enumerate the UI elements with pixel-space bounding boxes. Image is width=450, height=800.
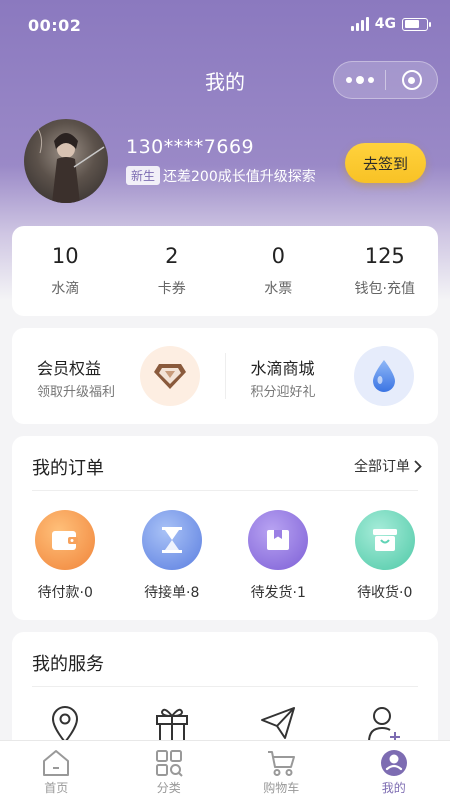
stat-coupons[interactable]: 2 卡券 xyxy=(119,226,226,316)
order-pending-accept[interactable]: 待接单·8 xyxy=(119,510,226,602)
perk-subtitle: 领取升级福利 xyxy=(37,385,116,400)
profile-icon xyxy=(380,750,407,776)
network-type: 4G xyxy=(374,16,396,32)
box-icon xyxy=(248,510,309,570)
services-row xyxy=(12,704,438,744)
perk-title: 会员权益 xyxy=(37,359,102,378)
tab-home[interactable]: 首页 xyxy=(0,741,113,800)
hourglass-icon xyxy=(141,510,202,570)
signal-icon xyxy=(350,17,369,31)
water-mall-entry[interactable]: 水滴商城 积分迎好礼 xyxy=(226,328,439,424)
cart-icon xyxy=(268,751,296,776)
user-phone: 130****7669 xyxy=(126,136,255,158)
order-pending-payment[interactable]: 待付款·0 xyxy=(12,510,119,602)
close-target-icon[interactable] xyxy=(386,70,437,90)
order-label: 待付款·0 xyxy=(37,585,93,601)
basket-icon xyxy=(354,510,415,570)
stat-water-drops[interactable]: 10 水滴 xyxy=(12,226,119,316)
order-pending-receive[interactable]: 待收货·0 xyxy=(332,510,439,602)
diamond-icon xyxy=(140,346,200,406)
order-label: 待发货·1 xyxy=(250,585,306,601)
avatar[interactable] xyxy=(24,119,108,203)
add-user-icon xyxy=(367,707,400,743)
tab-category[interactable]: 分类 xyxy=(113,741,226,800)
home-icon xyxy=(43,750,70,776)
tab-profile[interactable]: 我的 xyxy=(338,741,450,800)
mini-program-capsule xyxy=(333,61,438,99)
section-divider xyxy=(32,490,418,491)
chevron-right-icon xyxy=(414,459,422,473)
tab-label: 购物车 xyxy=(263,781,300,795)
category-icon xyxy=(155,750,183,777)
location-icon xyxy=(52,706,79,744)
stats-card: 10 水滴 2 卡券 0 水票 125 钱包·充值 xyxy=(12,226,438,316)
stat-label: 水滴 xyxy=(51,281,80,297)
stat-value: 2 xyxy=(165,244,179,268)
tab-label: 我的 xyxy=(381,781,406,795)
level-badge: 新生 xyxy=(126,166,161,185)
status-time: 00:02 xyxy=(28,16,82,35)
perk-title: 水滴商城 xyxy=(250,359,315,378)
perk-subtitle: 积分迎好礼 xyxy=(250,385,316,400)
services-title: 我的服务 xyxy=(32,654,104,675)
stat-value: 10 xyxy=(51,244,79,268)
water-drop-icon xyxy=(353,346,414,406)
status-indicators: 4G xyxy=(350,16,431,32)
order-status-row: 待付款·0 待接单·8 待发货·1 待收货·0 xyxy=(12,510,438,602)
stat-label: 卡券 xyxy=(157,281,186,297)
all-orders-link[interactable]: 全部订单 xyxy=(354,456,422,476)
order-label: 待收货·0 xyxy=(357,585,413,601)
bottom-tab-bar: 首页 分类 购物车 我的 xyxy=(0,740,450,800)
all-orders-label: 全部订单 xyxy=(354,459,410,475)
service-address[interactable] xyxy=(12,704,119,744)
battery-icon xyxy=(402,17,431,31)
stat-label: 水票 xyxy=(264,281,293,297)
stat-value: 125 xyxy=(364,244,405,268)
order-pending-ship[interactable]: 待发货·1 xyxy=(225,510,332,602)
stat-water-tickets[interactable]: 0 水票 xyxy=(225,226,332,316)
member-benefits-entry[interactable]: 会员权益 领取升级福利 xyxy=(12,328,225,424)
more-icon[interactable] xyxy=(334,75,385,84)
sign-in-button[interactable]: 去签到 xyxy=(345,143,426,183)
wallet-icon xyxy=(35,510,96,570)
orders-card: 我的订单 全部订单 待付款·0 待接单·8 待发货·1 待收货·0 xyxy=(12,436,438,620)
stat-label: 钱包·充值 xyxy=(354,281,415,297)
tab-label: 首页 xyxy=(44,781,69,795)
service-invite[interactable] xyxy=(332,704,439,744)
gift-icon xyxy=(155,708,188,743)
section-divider xyxy=(32,686,418,687)
stat-value: 0 xyxy=(271,244,285,268)
order-label: 待接单·8 xyxy=(144,585,200,601)
growth-hint: 还差200成长值升级探索 xyxy=(163,169,316,185)
orders-title: 我的订单 xyxy=(32,458,104,479)
send-icon xyxy=(261,707,296,739)
status-bar: 00:02 4G xyxy=(0,0,450,52)
perks-card: 会员权益 领取升级福利 水滴商城 积分迎好礼 xyxy=(12,328,438,424)
service-gift[interactable] xyxy=(119,704,226,744)
tab-label: 分类 xyxy=(156,781,181,795)
tab-cart[interactable]: 购物车 xyxy=(225,741,338,800)
service-share[interactable] xyxy=(225,704,332,744)
stat-wallet[interactable]: 125 钱包·充值 xyxy=(332,226,439,316)
